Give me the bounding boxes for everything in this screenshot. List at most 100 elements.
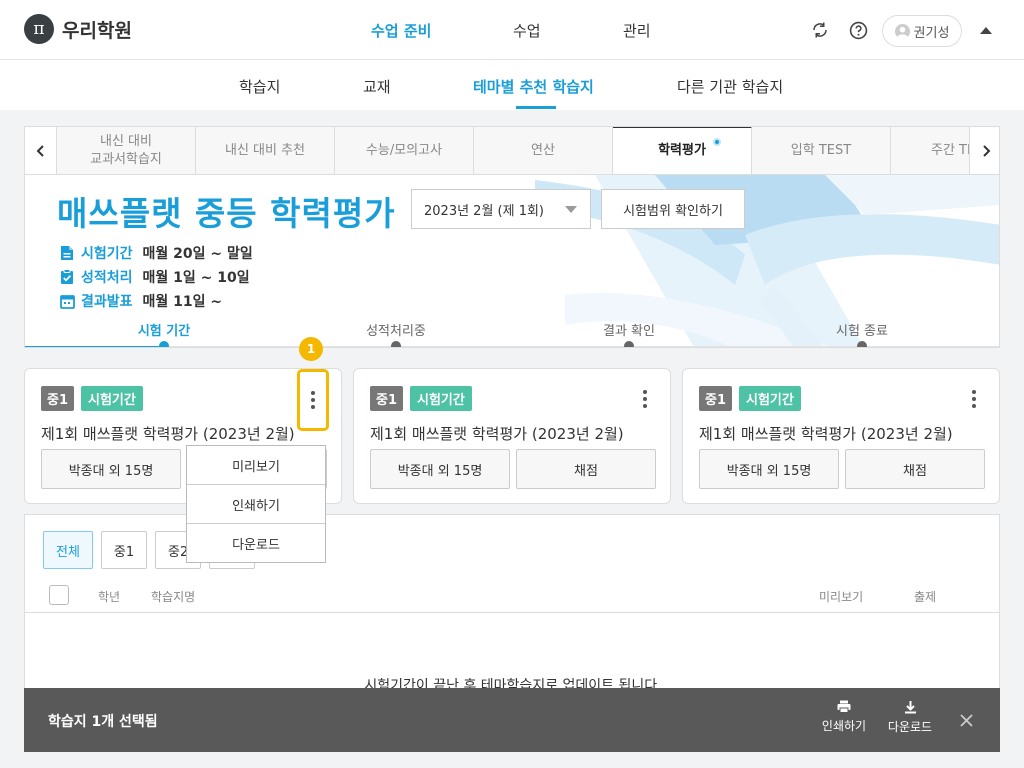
status-badge: 시험기간 [739,386,801,411]
category-tabs: 내신 대비 교과서학습지 내신 대비 추천 수능/모의고사 연산 학력평가 입학… [25,127,999,175]
tab-achievement-test[interactable]: 학력평가 [613,127,752,174]
chevron-left-icon [36,144,44,157]
check-exam-range-button[interactable]: 시험범위 확인하기 [601,189,745,229]
top-header: π 우리학원 수업 준비 수업 관리 권기성 [0,0,1024,60]
grade-button[interactable]: 채점 [516,449,656,489]
hero-title: 매쓰플랫 중등 학력평가 [57,194,396,233]
menu-item-preview[interactable]: 미리보기 [187,446,325,485]
select-all-checkbox[interactable] [49,585,69,605]
new-dot-icon [713,138,721,146]
printer-icon [837,700,851,713]
step-marker-badge: 1 [299,337,323,361]
nav-manage[interactable]: 관리 [623,20,651,41]
subnav-other-institutions[interactable]: 다른 기관 학습지 [677,76,783,97]
step-end: 시험 종료 [836,324,888,339]
download-icon [904,701,916,714]
tab-label: 주간 TI [931,142,971,158]
tab-label: 연산 [531,142,555,158]
column-assign: 출제 [914,590,937,604]
filter-all[interactable]: 전체 [43,531,93,569]
grade-button[interactable]: 채점 [845,449,985,489]
print-label: 인쇄하기 [821,719,867,733]
step-dot [624,341,634,347]
sub-navigation: 학습지 교재 테마별 추천 학습지 다른 기관 학습지 [0,60,1024,110]
subnav-worksheets[interactable]: 학습지 [239,76,280,97]
students-button[interactable]: 박종대 외 15명 [41,449,181,489]
students-button[interactable]: 박종대 외 15명 [699,449,839,489]
info-results: 결과발표 매월 11일 ~ [59,291,222,311]
avatar [894,23,910,39]
column-name: 학습지명 [151,590,196,604]
grade-badge: 중1 [370,386,404,411]
worksheet-list-panel: 전체 중1 중2 학년 학습지명 미리보기 출제 시험기간이 끝난 후 테마학습… [24,514,1000,704]
exam-card: 중1 시험기간 제1회 매쓰플랫 학력평가 (2023년 2월) 박종대 외 1… [682,368,1000,504]
grade-badge: 중1 [699,386,733,411]
column-grade: 학년 [98,590,121,604]
more-options-menu: 미리보기 인쇄하기 다운로드 [186,445,326,563]
info-value: 매월 11일 ~ [142,294,223,310]
help-icon[interactable] [848,20,868,40]
grade-badge: 중1 [41,386,75,411]
user-name: 권기성 [913,25,950,41]
progress-fill [25,346,165,347]
nav-class-prep[interactable]: 수업 준비 [371,20,431,41]
logo[interactable]: π 우리학원 [24,14,132,44]
user-menu[interactable]: 권기성 [882,15,962,47]
logo-icon: π [24,14,54,44]
info-value: 매월 20일 ~ 말일 [142,246,253,262]
download-label: 다운로드 [887,720,933,734]
filter-grade-1[interactable]: 중1 [101,531,147,569]
chevron-down-icon [565,206,577,213]
tabs-next-button[interactable] [969,127,999,174]
close-icon[interactable] [956,710,976,730]
exam-card: 중1 시험기간 제1회 매쓰플랫 학력평가 (2023년 2월) 박종대 외 1… [353,368,671,504]
divider [25,612,999,613]
selection-count: 학습지 1개 선택됨 [48,714,158,730]
print-button[interactable]: 인쇄하기 [814,700,874,734]
card-title: 제1회 매쓰플랫 학력평가 (2023년 2월) [699,425,953,443]
document-icon [59,245,75,261]
info-label: 시험기간 [81,246,133,262]
tabs-prev-button[interactable] [25,127,57,174]
assessment-panel: 내신 대비 교과서학습지 내신 대비 추천 수능/모의고사 연산 학력평가 입학… [24,126,1000,348]
info-value: 매월 1일 ~ 10일 [142,270,250,286]
subnav-textbooks[interactable]: 교재 [363,76,391,97]
step-grading: 성적처리중 [366,324,426,339]
step-exam-period: 시험 기간 [137,324,191,339]
status-badge: 시험기간 [81,386,143,411]
menu-item-print[interactable]: 인쇄하기 [187,485,325,524]
more-options-icon[interactable] [959,383,989,415]
subnav-active-underline [516,106,556,109]
info-grading: 성적처리 매월 1일 ~ 10일 [59,267,250,287]
logo-text: 우리학원 [62,19,132,42]
students-button[interactable]: 박종대 외 15명 [370,449,510,489]
exam-round-select[interactable]: 2023년 2월 (제 1회) [411,189,591,229]
nav-class[interactable]: 수업 [513,20,541,41]
clipboard-check-icon [59,269,75,285]
tab-entrance-test[interactable]: 입학 TEST [752,127,891,174]
refresh-icon[interactable] [810,20,830,40]
info-label: 결과발표 [81,294,133,310]
column-preview: 미리보기 [819,590,864,604]
progress-track [25,346,999,347]
tab-school-textbook[interactable]: 내신 대비 교과서학습지 [57,127,196,174]
menu-item-download[interactable]: 다운로드 [187,524,325,563]
calendar-icon [59,293,75,309]
selection-action-bar: 학습지 1개 선택됨 인쇄하기 다운로드 [24,688,1000,752]
download-button[interactable]: 다운로드 [880,700,940,735]
tab-label: 학력평가 [658,143,706,158]
tab-weekly[interactable]: 주간 TI [891,127,971,174]
tab-arithmetic[interactable]: 연산 [474,127,613,174]
chevron-right-icon [982,144,990,157]
more-options-icon[interactable] [297,369,329,431]
more-options-icon[interactable] [630,383,660,415]
tab-label: 내신 대비 교과서학습지 [90,133,162,167]
exam-round-value: 2023년 2월 (제 1회) [424,203,545,219]
collapse-caret-icon[interactable] [980,27,992,34]
step-dot [159,341,169,347]
tab-mock-exam[interactable]: 수능/모의고사 [335,127,474,174]
info-exam-period: 시험기간 매월 20일 ~ 말일 [59,243,253,263]
status-badge: 시험기간 [410,386,472,411]
subnav-theme-recommended[interactable]: 테마별 추천 학습지 [473,76,594,97]
tab-school-recommended[interactable]: 내신 대비 추천 [196,127,335,174]
